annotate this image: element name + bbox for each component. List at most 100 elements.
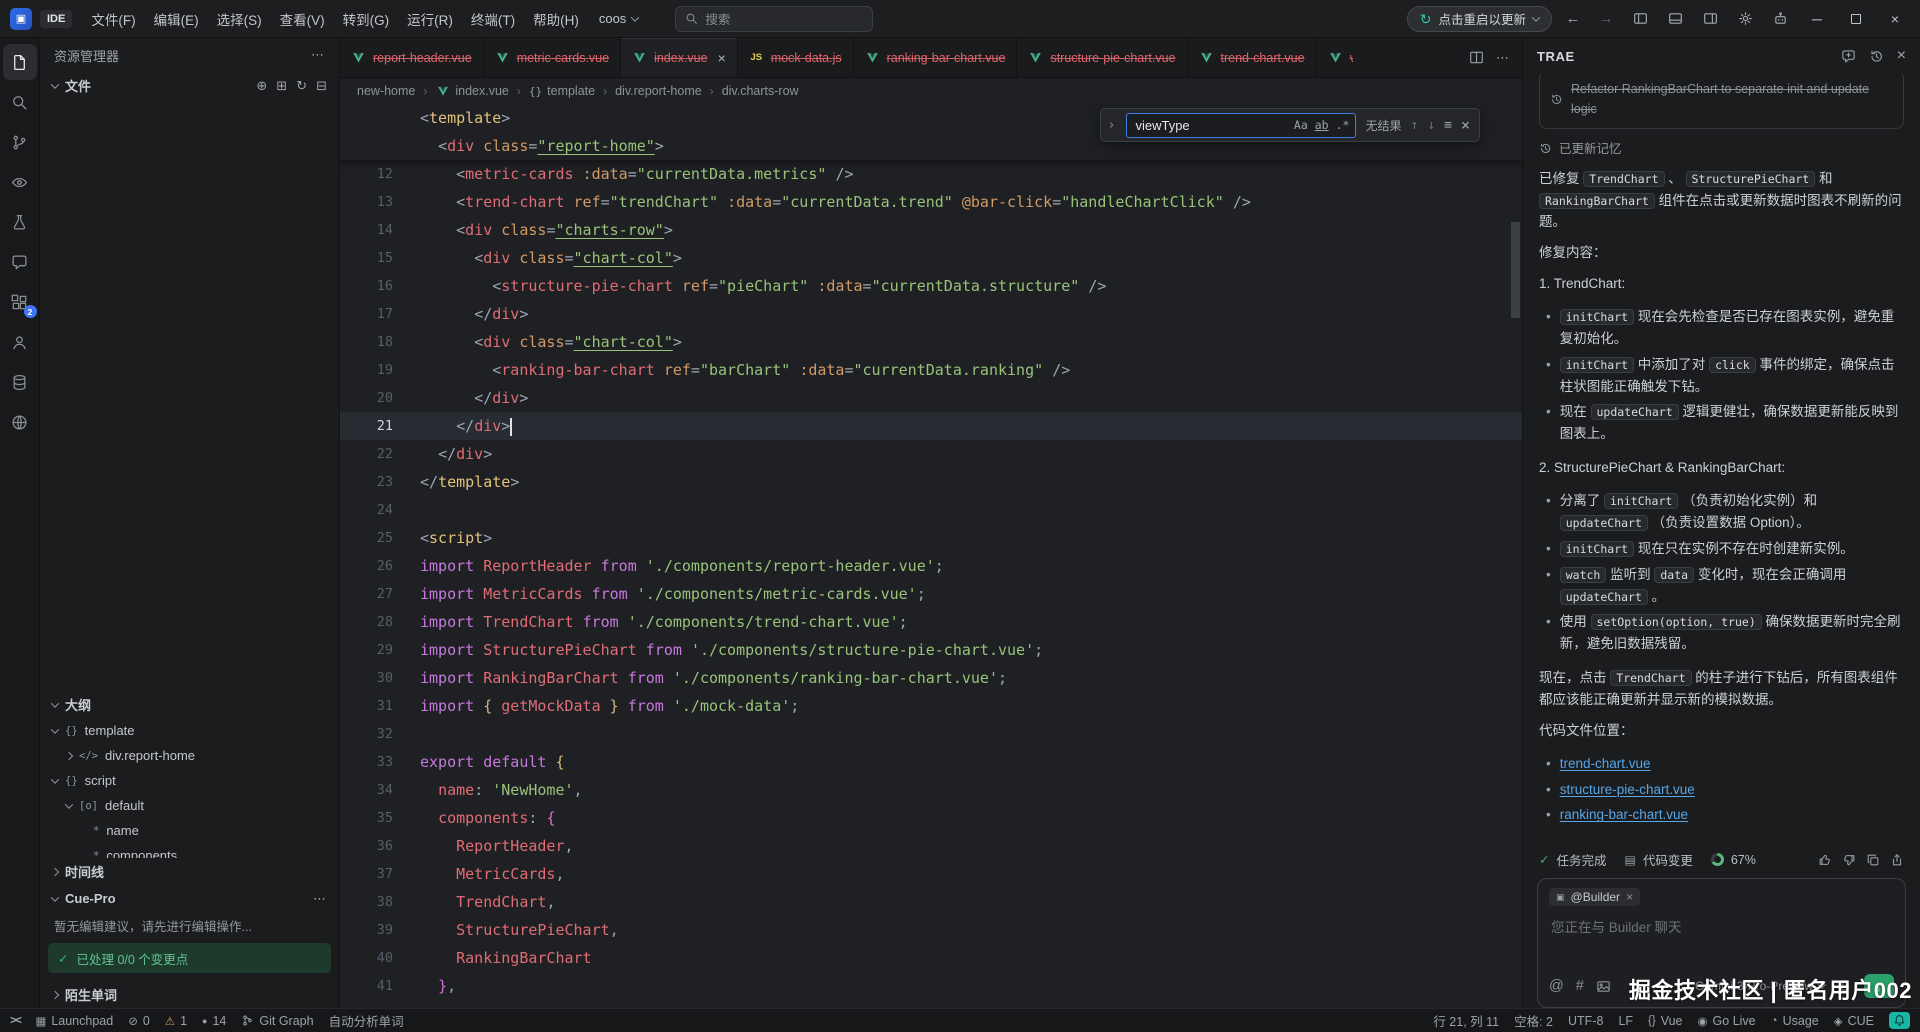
gear-icon[interactable] bbox=[1732, 6, 1758, 32]
hash-icon[interactable]: # bbox=[1576, 978, 1584, 994]
status-cue[interactable]: ◈CUE bbox=[1834, 1014, 1874, 1028]
file-link[interactable]: structure-pie-chart.vue bbox=[1560, 782, 1695, 797]
whole-word-icon[interactable]: ab bbox=[1315, 118, 1329, 132]
remove-context-icon[interactable]: × bbox=[1626, 890, 1633, 904]
code-line[interactable]: 16 <structure-pie-chart ref="pieChart" :… bbox=[340, 272, 1522, 300]
code-editor[interactable]: › Aa ab .* 无结果 ↑ ↓ ≡ × <templa bbox=[340, 104, 1522, 1008]
status-eol[interactable]: LF bbox=[1618, 1014, 1633, 1028]
code-line[interactable]: 34 name: 'NewHome', bbox=[340, 776, 1522, 804]
menu-edit[interactable]: 编辑(E) bbox=[145, 4, 208, 34]
code-line[interactable]: 37 MetricCards, bbox=[340, 860, 1522, 888]
toggle-replace-icon[interactable]: › bbox=[1106, 118, 1118, 133]
cuepro-more-icon[interactable]: ⋯ bbox=[313, 891, 327, 907]
toggle-right-sidebar-icon[interactable] bbox=[1697, 6, 1723, 32]
thumbs-down-icon[interactable] bbox=[1842, 853, 1856, 867]
code-line[interactable]: 22 </div> bbox=[340, 440, 1522, 468]
menu-help[interactable]: 帮助(H) bbox=[524, 4, 588, 34]
code-line[interactable]: 18 <div class="chart-col"> bbox=[340, 328, 1522, 356]
unknown-words-section-header[interactable]: 陌生单词 bbox=[40, 981, 339, 1008]
code-line[interactable]: 12 <metric-cards :data="currentData.metr… bbox=[340, 160, 1522, 188]
menu-run[interactable]: 运行(R) bbox=[398, 4, 462, 34]
activity-source-control[interactable] bbox=[3, 124, 37, 160]
match-case-icon[interactable]: Aa bbox=[1294, 118, 1308, 132]
status-changes[interactable]: ●14 bbox=[202, 1014, 226, 1028]
outline-item-div.report-home[interactable]: </>div.report-home bbox=[40, 743, 339, 768]
status-launchpad[interactable]: ▦Launchpad bbox=[35, 1014, 113, 1028]
conversation-history-item[interactable]: Refactor RankingBarChart to separate ini… bbox=[1539, 74, 1904, 129]
status-auto-analyze-words[interactable]: 自动分析单词 bbox=[329, 1011, 404, 1030]
tab-report-header.vue[interactable]: report-header.vue bbox=[340, 38, 484, 77]
cuepro-section-header[interactable]: Cue-Pro ⋯ bbox=[40, 885, 339, 912]
menu-go[interactable]: 转到(G) bbox=[334, 4, 399, 34]
activity-search[interactable] bbox=[3, 84, 37, 120]
activity-remote-explorer[interactable] bbox=[3, 404, 37, 440]
toggle-bottom-panel-icon[interactable] bbox=[1662, 6, 1688, 32]
find-previous-icon[interactable]: ↑ bbox=[1410, 118, 1418, 133]
status-warnings[interactable]: ⚠1 bbox=[165, 1014, 187, 1028]
outline-item-script[interactable]: {}script bbox=[40, 768, 339, 793]
timeline-section-header[interactable]: 时间线 bbox=[40, 858, 339, 885]
editor-scrollbar[interactable] bbox=[1511, 222, 1520, 318]
thumbs-up-icon[interactable] bbox=[1818, 853, 1832, 867]
outline-item-name[interactable]: *name bbox=[40, 818, 339, 843]
ai-assistant-icon[interactable] bbox=[1767, 6, 1793, 32]
code-line[interactable]: 28import TrendChart from './components/t… bbox=[340, 608, 1522, 636]
code-line[interactable]: 14 <div class="charts-row"> bbox=[340, 216, 1522, 244]
code-line[interactable]: 41 }, bbox=[340, 972, 1522, 1000]
restart-to-update-button[interactable]: ↻ 点击重启以更新 bbox=[1407, 6, 1552, 32]
status-errors[interactable]: ⊘0 bbox=[128, 1014, 150, 1028]
activity-accounts[interactable] bbox=[3, 324, 37, 360]
code-line[interactable]: 32 bbox=[340, 720, 1522, 748]
menu-view[interactable]: 查看(V) bbox=[271, 4, 334, 34]
code-line[interactable]: 26import ReportHeader from './components… bbox=[340, 552, 1522, 580]
breadcrumb-item-div.report-home[interactable]: div.report-home bbox=[615, 84, 702, 98]
history-icon[interactable] bbox=[1869, 49, 1884, 64]
find-next-icon[interactable]: ↓ bbox=[1427, 118, 1435, 133]
new-chat-icon[interactable] bbox=[1841, 49, 1856, 64]
copy-icon[interactable] bbox=[1866, 853, 1880, 867]
more-actions-icon[interactable]: ⋯ bbox=[311, 47, 325, 63]
status-encoding[interactable]: UTF-8 bbox=[1568, 1014, 1603, 1028]
status-git-graph[interactable]: Git Graph bbox=[241, 1014, 313, 1028]
code-line[interactable]: 25<script> bbox=[340, 524, 1522, 552]
code-line[interactable]: 21 </div> bbox=[340, 412, 1522, 440]
chat-input-placeholder[interactable]: 您正在与 Builder 聊天 bbox=[1551, 916, 1892, 936]
collapse-folders-icon[interactable]: ⊟ bbox=[316, 78, 327, 94]
minimize-button[interactable]: ─ bbox=[1802, 4, 1832, 34]
tab-vi[interactable]: vi bbox=[1317, 38, 1353, 77]
status-language-mode[interactable]: {}Vue bbox=[1648, 1014, 1682, 1028]
file-link[interactable]: ranking-bar-chart.vue bbox=[1560, 807, 1688, 822]
status-go-live[interactable]: ◉Go Live bbox=[1698, 1014, 1756, 1028]
back-button[interactable]: ← bbox=[1561, 10, 1585, 27]
breadcrumb-item-new-home[interactable]: new-home bbox=[357, 84, 415, 98]
code-line[interactable]: 39 StructurePieChart, bbox=[340, 916, 1522, 944]
code-line[interactable]: 24 bbox=[340, 496, 1522, 524]
status-cursor-position[interactable]: 行 21, 列 11 bbox=[1433, 1011, 1499, 1030]
code-line[interactable]: 19 <ranking-bar-chart ref="barChart" :da… bbox=[340, 356, 1522, 384]
code-line[interactable]: 36 ReportHeader, bbox=[340, 832, 1522, 860]
image-icon[interactable] bbox=[1596, 979, 1611, 994]
regex-icon[interactable]: .* bbox=[1336, 118, 1350, 132]
tab-index.vue[interactable]: index.vue× bbox=[621, 38, 738, 77]
outline-section-header[interactable]: 大纲 bbox=[40, 691, 339, 718]
code-line[interactable]: 33export default { bbox=[340, 748, 1522, 776]
tab-ranking-bar-chart.vue[interactable]: ranking-bar-chart.vue bbox=[854, 38, 1018, 77]
code-line[interactable]: 30import RankingBarChart from './compone… bbox=[340, 664, 1522, 692]
new-file-icon[interactable]: ⊕ bbox=[256, 78, 267, 94]
editor-more-actions-icon[interactable]: ⋯ bbox=[1496, 50, 1510, 66]
menu-file[interactable]: 文件(F) bbox=[82, 4, 144, 34]
tab-metric-cards.vue[interactable]: metric-cards.vue bbox=[484, 38, 621, 77]
maximize-button[interactable] bbox=[1841, 4, 1871, 34]
files-section-header[interactable]: 文件 ⊕ ⊞ ↻ ⊟ bbox=[40, 72, 339, 99]
code-line[interactable]: 15 <div class="chart-col"> bbox=[340, 244, 1522, 272]
context-chip-builder[interactable]: ▣ @Builder × bbox=[1549, 888, 1640, 906]
tab-structure-pie-chart.vue[interactable]: structure-pie-chart.vue bbox=[1017, 38, 1187, 77]
breadcrumb-item-div.charts-row[interactable]: div.charts-row bbox=[722, 84, 799, 98]
global-search-box[interactable]: 搜索 bbox=[675, 6, 873, 32]
status-indentation[interactable]: 空格: 2 bbox=[1514, 1011, 1553, 1030]
activity-explorer[interactable] bbox=[3, 44, 37, 80]
code-line[interactable]: 27import MetricCards from './components/… bbox=[340, 580, 1522, 608]
code-line[interactable]: 40 RankingBarChart bbox=[340, 944, 1522, 972]
activity-chat[interactable] bbox=[3, 244, 37, 280]
activity-preview[interactable] bbox=[3, 164, 37, 200]
